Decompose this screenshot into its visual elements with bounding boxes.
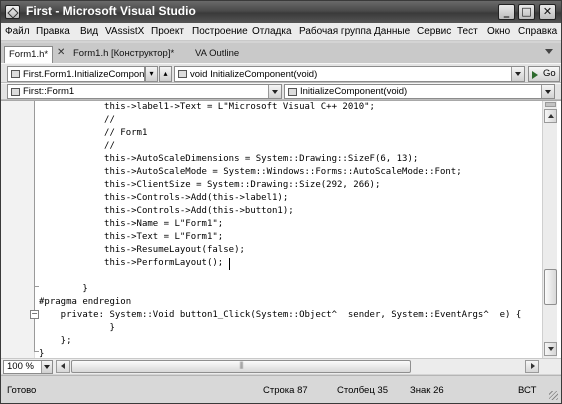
menu-file[interactable]: Файл — [5, 26, 30, 37]
context-combo[interactable]: First.Form1.InitializeComponer — [7, 66, 145, 82]
method-icon — [178, 70, 187, 78]
menu-bar: Файл Правка Вид VAssistX Проект Построен… — [1, 23, 561, 41]
definition-combo[interactable]: void InitializeComponent(void) — [174, 66, 525, 82]
code-line: this->Controls->Add(this->button1); — [39, 206, 294, 216]
menu-test[interactable]: Тест — [457, 26, 478, 37]
scroll-right-button[interactable] — [525, 360, 539, 373]
title-bar[interactable]: First - Microsoft Visual Studio _ □ ✕ — [1, 1, 561, 23]
menu-debug[interactable]: Отладка — [252, 26, 292, 37]
close-tab-icon[interactable]: ✕ — [57, 47, 65, 58]
code-line: } — [39, 323, 115, 333]
chevron-down-icon[interactable] — [511, 67, 524, 81]
code-line: } — [39, 284, 88, 294]
close-window-button[interactable]: ✕ — [539, 4, 556, 20]
outline-line — [34, 300, 35, 351]
menu-window[interactable]: Окно — [487, 26, 510, 37]
collapse-region-icon[interactable]: − — [30, 310, 39, 319]
code-line: this->ResumeLayout(false); — [39, 245, 245, 255]
chevron-down-icon[interactable] — [41, 361, 52, 373]
code-line: this->Controls->Add(this->label1); — [39, 193, 289, 203]
editor-gutter — [1, 101, 35, 359]
member-combo[interactable]: InitializeComponent(void) — [284, 84, 555, 99]
window-title: First - Microsoft Visual Studio — [26, 4, 196, 18]
vertical-scroll-thumb[interactable] — [544, 269, 557, 305]
code-editor[interactable]: − this->label1->Text = L"Microsoft Visua… — [1, 100, 561, 359]
tab-list-dropdown-icon[interactable] — [545, 49, 553, 54]
tab-va-outline[interactable]: VA Outline — [191, 46, 243, 63]
code-line: // — [39, 115, 115, 125]
code-line: this->ClientSize = System::Drawing::Size… — [39, 180, 381, 190]
menu-vassistx[interactable]: VAssistX — [105, 26, 144, 37]
scroll-up-button[interactable] — [544, 109, 557, 123]
scroll-down-button[interactable] — [544, 342, 557, 356]
resize-grip-icon[interactable] — [549, 391, 558, 400]
class-icon — [11, 88, 20, 96]
visual-studio-window: First - Microsoft Visual Studio _ □ ✕ Фа… — [0, 0, 562, 404]
menu-team[interactable]: Рабочая группа — [299, 26, 371, 37]
context-back-button[interactable]: ▴ — [159, 66, 172, 82]
code-line: this->AutoScaleMode = System::Windows::F… — [39, 167, 462, 177]
document-tab-bar: Form1.h* ✕ Form1.h [Конструктор]* VA Out… — [1, 43, 561, 63]
menu-help[interactable]: Справка — [518, 26, 557, 37]
class-icon — [11, 70, 20, 78]
menu-data[interactable]: Данные — [374, 26, 410, 37]
context-combo-value: First.Form1.InitializeComponer — [23, 69, 145, 80]
code-line: // Form1 — [39, 128, 148, 138]
status-insert-mode: ВСТ — [518, 385, 537, 396]
menu-build[interactable]: Построение — [192, 26, 248, 37]
status-char: Знак 26 — [410, 385, 444, 396]
tab-form1-h[interactable]: Form1.h* — [4, 46, 54, 63]
status-bar: Готово Строка 87 Столбец 35 Знак 26 ВСТ — [1, 375, 561, 403]
method-icon — [288, 88, 297, 96]
code-line: }; — [39, 336, 72, 346]
horizontal-scroll-thumb[interactable] — [71, 360, 411, 373]
menu-project[interactable]: Проект — [151, 26, 184, 37]
member-combo-value: InitializeComponent(void) — [300, 86, 408, 97]
chevron-down-icon[interactable] — [541, 85, 554, 98]
vertical-scrollbar[interactable] — [542, 101, 557, 358]
zoom-combo[interactable]: 100 % — [3, 360, 53, 374]
maximize-button[interactable]: □ — [518, 4, 535, 20]
splitter-grip[interactable] — [545, 102, 556, 107]
code-line: this->AutoScaleDimensions = System::Draw… — [39, 154, 419, 164]
status-line: Строка 87 — [263, 385, 308, 396]
definition-combo-value: void InitializeComponent(void) — [190, 69, 318, 80]
code-line: this->label1->Text = L"Microsoft Visual … — [39, 102, 375, 112]
code-line: this->Text = L"Form1"; — [39, 232, 224, 242]
menu-view[interactable]: Вид — [80, 26, 98, 37]
zoom-value: 100 % — [7, 361, 34, 372]
va-navigation-bar: First.Form1.InitializeComponer ▾ ▴ void … — [1, 63, 561, 83]
chevron-down-icon[interactable] — [268, 85, 281, 98]
status-ready: Готово — [7, 385, 37, 396]
minimize-button[interactable]: _ — [498, 4, 515, 20]
outline-line — [34, 101, 35, 300]
context-dropdown-button[interactable]: ▾ — [145, 66, 158, 82]
code-line: private: System::Void button1_Click(Syst… — [39, 310, 522, 320]
scroll-left-button[interactable] — [56, 360, 70, 373]
horizontal-scroll-row: 100 % — [1, 358, 561, 374]
class-combo[interactable]: First::Form1 — [7, 84, 282, 99]
status-column: Столбец 35 — [337, 385, 388, 396]
code-line: this->Name = L"Form1"; — [39, 219, 224, 229]
code-line: #pragma endregion — [39, 297, 132, 307]
text-caret — [229, 258, 230, 270]
tab-form1-designer[interactable]: Form1.h [Конструктор]* — [69, 46, 178, 63]
code-line: // — [39, 141, 115, 151]
go-button[interactable]: Go — [528, 66, 560, 82]
menu-edit[interactable]: Правка — [36, 26, 70, 37]
class-member-bar: First::Form1 InitializeComponent(void) — [1, 83, 561, 100]
visual-studio-app-icon[interactable] — [5, 5, 20, 19]
class-combo-value: First::Form1 — [23, 86, 75, 97]
code-line: this->PerformLayout(); — [39, 258, 224, 268]
menu-tools[interactable]: Сервис — [417, 26, 451, 37]
